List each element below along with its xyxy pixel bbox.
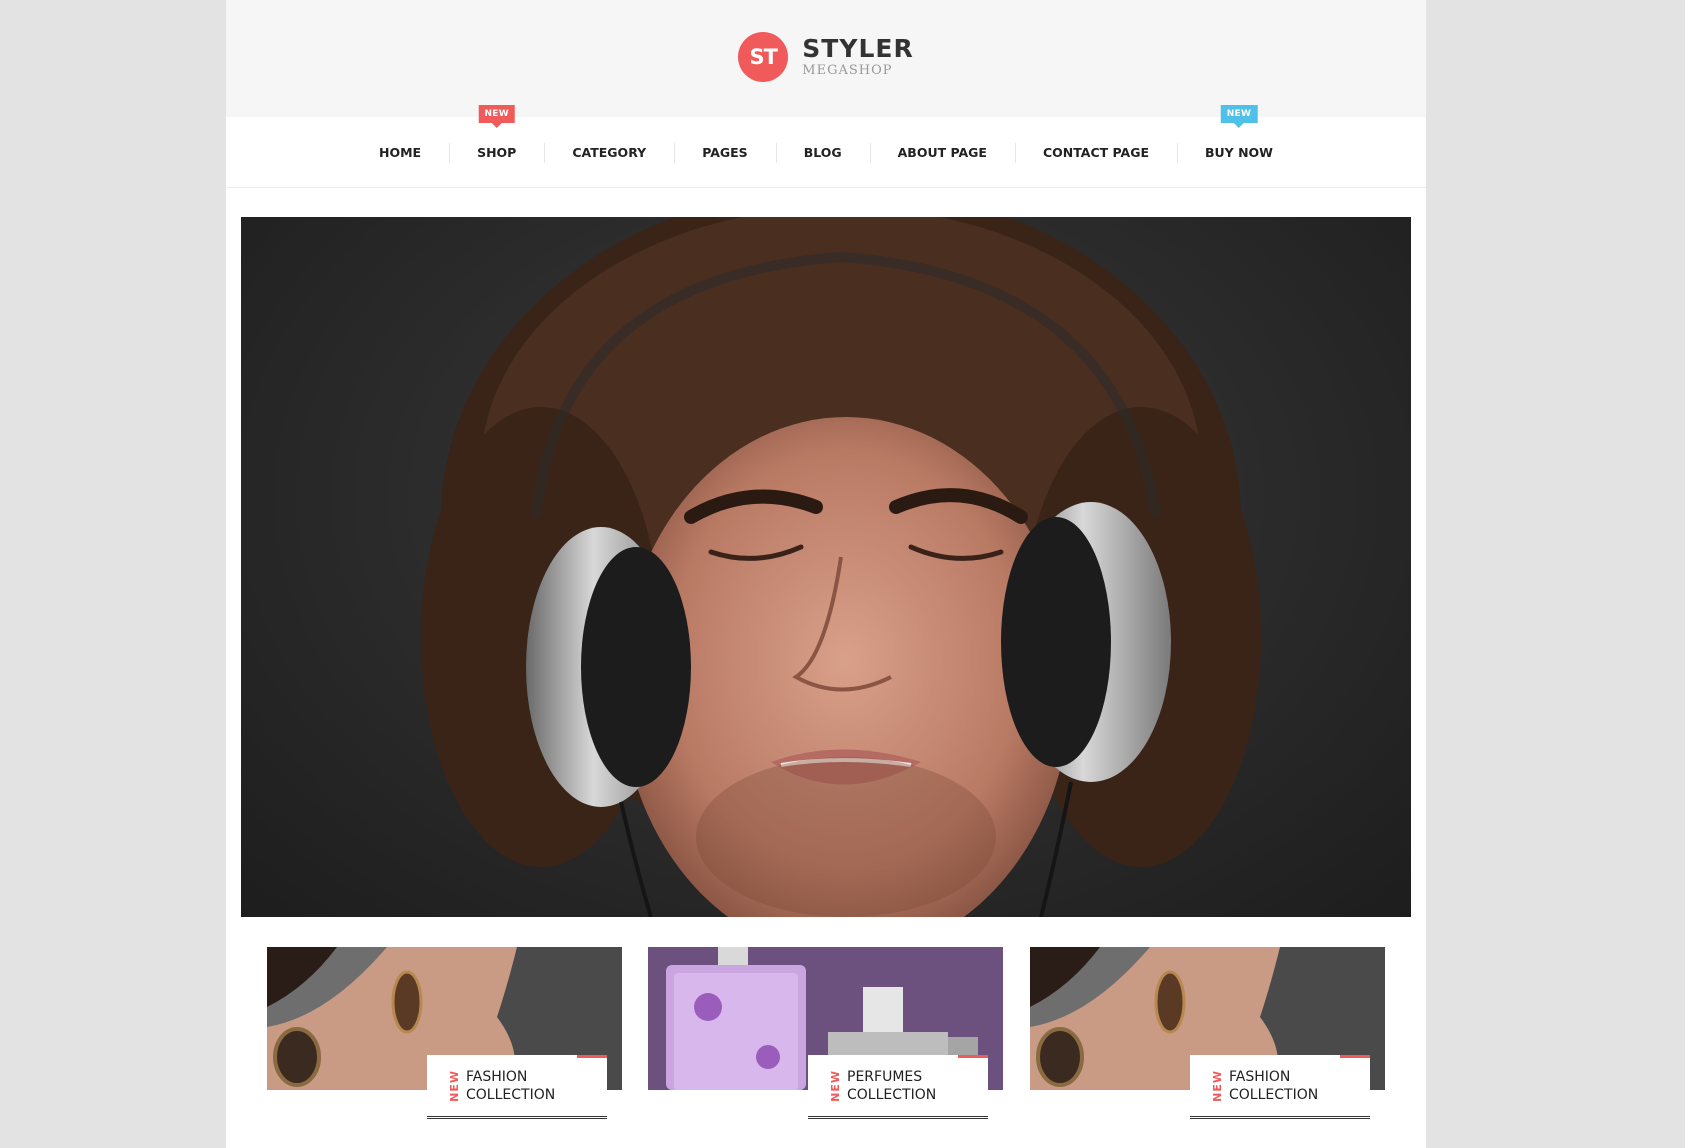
caption-line-1: PERFUMES <box>847 1069 923 1085</box>
nav-item-label: ABOUT PAGE <box>897 144 987 160</box>
banner-caption: NEW FASHION COLLECTION <box>427 1055 607 1119</box>
banner-fashion-collection-2[interactable]: NEW FASHION COLLECTION <box>1030 947 1385 1119</box>
caption-line-1: FASHION <box>1229 1069 1291 1085</box>
site-logo[interactable]: ST STYLER MEGASHOP <box>738 31 913 82</box>
caption-line-2: COLLECTION <box>1229 1087 1319 1103</box>
new-badge: NEW <box>1220 104 1258 128</box>
hero-image[interactable] <box>241 217 1411 917</box>
new-tag: NEW <box>448 1070 461 1102</box>
nav-item-blog[interactable]: BLOG <box>775 142 870 163</box>
nav-item-label: PAGES <box>702 144 748 160</box>
new-badge: NEW <box>478 104 515 128</box>
nav-item-label: BUY NOW <box>1205 144 1273 160</box>
banner-fashion-collection[interactable]: NEW FASHION COLLECTION <box>267 947 622 1119</box>
logo-subtitle: MEGASHOP <box>802 63 893 78</box>
caption-line-1: FASHION <box>466 1069 528 1085</box>
logo-mark: ST <box>738 31 789 82</box>
logo-text: STYLER MEGASHOP <box>802 36 913 77</box>
nav-item-label: HOME <box>379 144 422 160</box>
nav-item-label: CATEGORY <box>572 144 647 160</box>
page-container: ST STYLER MEGASHOP HOME NEW SHOP CATEGOR… <box>226 0 1426 1148</box>
nav-item-buy-now[interactable]: NEW BUY NOW <box>1177 104 1301 163</box>
nav-item-contact-page[interactable]: CONTACT PAGE <box>1014 142 1177 163</box>
nav-item-pages[interactable]: PAGES <box>674 142 776 163</box>
nav-item-label: SHOP <box>477 144 517 160</box>
nav-item-home[interactable]: HOME <box>351 145 449 160</box>
nav-item-label: BLOG <box>803 144 842 160</box>
logo-title: STYLER <box>802 34 914 63</box>
new-tag: NEW <box>1211 1070 1224 1102</box>
nav-item-category[interactable]: CATEGORY <box>544 142 674 163</box>
caption-line-2: COLLECTION <box>847 1087 937 1103</box>
nav-item-shop[interactable]: NEW SHOP <box>449 104 544 163</box>
nav-item-about-page[interactable]: ABOUT PAGE <box>869 142 1015 163</box>
caption-line-2: COLLECTION <box>466 1087 556 1103</box>
banner-caption: NEW PERFUMES COLLECTION <box>808 1055 988 1119</box>
main-nav: HOME NEW SHOP CATEGORY PAGES BLOG ABOUT … <box>226 104 1426 188</box>
new-tag: NEW <box>829 1070 842 1102</box>
nav-item-label: CONTACT PAGE <box>1042 144 1149 160</box>
site-header: ST STYLER MEGASHOP <box>226 0 1426 117</box>
banner-perfumes-collection[interactable]: NEW PERFUMES COLLECTION <box>648 947 1003 1119</box>
hero-illustration <box>421 217 1261 917</box>
banner-caption: NEW FASHION COLLECTION <box>1190 1055 1370 1119</box>
